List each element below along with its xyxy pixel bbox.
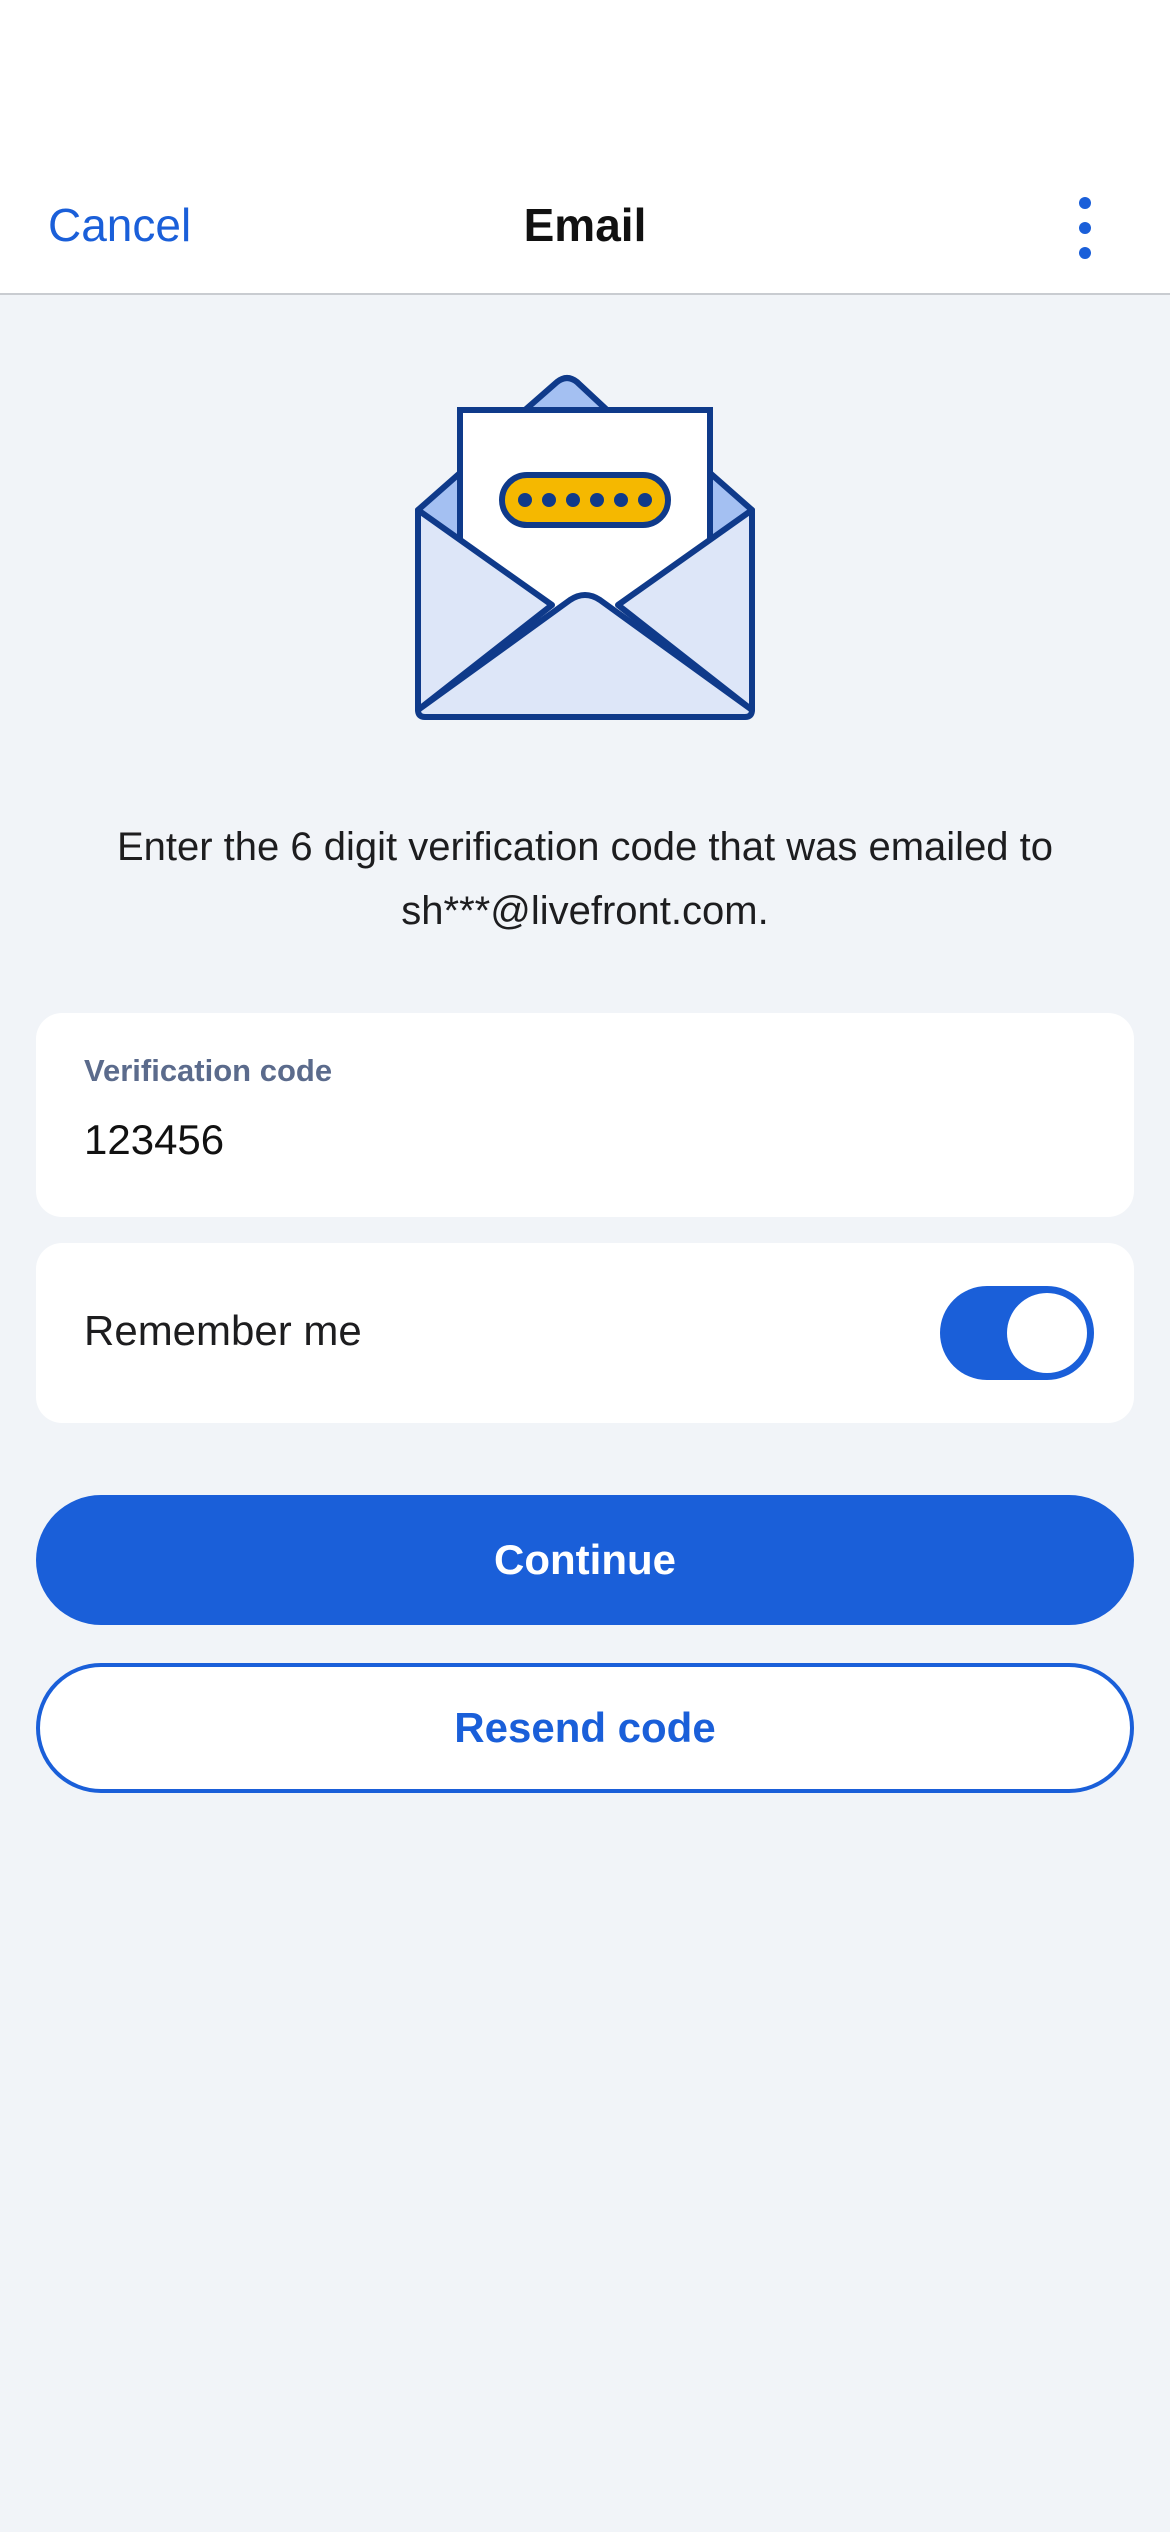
remember-me-toggle[interactable] bbox=[940, 1286, 1094, 1380]
toggle-knob bbox=[1007, 1293, 1087, 1373]
verification-code-input[interactable]: 123456 bbox=[84, 1116, 1084, 1164]
envelope-code-icon bbox=[405, 360, 765, 730]
verification-code-card: Verification code 123456 bbox=[36, 1013, 1134, 1217]
verification-code-label: Verification code bbox=[84, 1053, 333, 1088]
continue-button[interactable]: Continue bbox=[36, 1495, 1134, 1625]
remember-me-card: Remember me bbox=[36, 1243, 1134, 1423]
remember-me-label: Remember me bbox=[84, 1307, 362, 1354]
more-vertical-icon[interactable] bbox=[1070, 193, 1100, 263]
page-title: Email bbox=[523, 199, 647, 251]
resend-code-button[interactable]: Resend code bbox=[36, 1663, 1134, 1793]
top-bar: Cancel Email bbox=[0, 0, 1170, 295]
instruction-text: Enter the 6 digit verification code that… bbox=[116, 825, 1054, 933]
